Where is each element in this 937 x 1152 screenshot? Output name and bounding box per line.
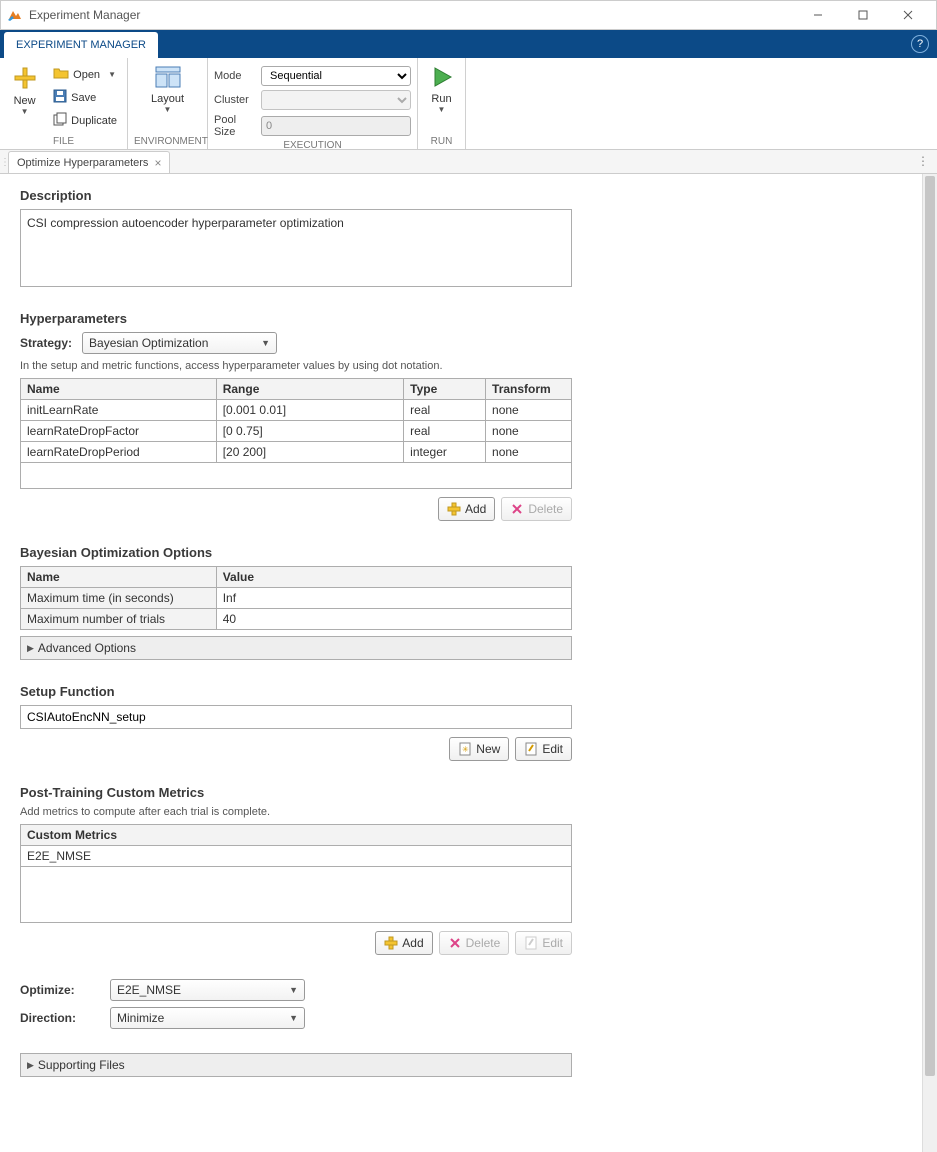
metrics-note: Add metrics to compute after each trial … bbox=[20, 806, 902, 818]
setup-edit-button[interactable]: Edit bbox=[515, 737, 572, 761]
app-logo bbox=[7, 7, 23, 23]
open-button[interactable]: Open ▼ bbox=[49, 64, 121, 85]
window-title: Experiment Manager bbox=[29, 8, 795, 22]
document-tabbar: ⋮ Optimize Hyperparameters × ⋮ bbox=[0, 150, 937, 174]
mode-label: Mode bbox=[214, 70, 253, 82]
chevron-down-icon: ▼ bbox=[289, 1013, 298, 1023]
ribbon-group-env-label: ENVIRONMENT bbox=[134, 134, 201, 149]
table-row: initLearnRate[0.001 0.01]realnone bbox=[21, 400, 572, 421]
setup-function-input[interactable] bbox=[20, 705, 572, 729]
optimize-select[interactable]: E2E_NMSE ▼ bbox=[110, 979, 305, 1001]
table-row: learnRateDropFactor[0 0.75]realnone bbox=[21, 421, 572, 442]
pool-size-label: Pool Size bbox=[214, 114, 253, 138]
table-row: learnRateDropPeriod[20 200]integernone bbox=[21, 442, 572, 463]
layout-icon bbox=[155, 66, 181, 91]
content-area: Description CSI compression autoencoder … bbox=[0, 174, 922, 1152]
col-value: Value bbox=[216, 567, 571, 588]
ribbon-group-file-label: FILE bbox=[6, 134, 121, 149]
col-name: Name bbox=[21, 379, 217, 400]
table-row-empty bbox=[21, 463, 572, 489]
plus-icon bbox=[13, 66, 37, 93]
chevron-down-icon: ▼ bbox=[21, 107, 29, 116]
custom-metrics-table[interactable]: Custom Metrics E2E_NMSE bbox=[20, 824, 572, 923]
window-titlebar: Experiment Manager bbox=[0, 0, 937, 30]
col-range: Range bbox=[216, 379, 403, 400]
duplicate-button[interactable]: Duplicate bbox=[49, 110, 121, 131]
chevron-down-icon: ▼ bbox=[164, 105, 172, 114]
ribbon-tabstrip: EXPERIMENT MANAGER ? bbox=[0, 30, 937, 58]
window-close-button[interactable] bbox=[885, 1, 930, 29]
chevron-down-icon: ▼ bbox=[261, 338, 270, 348]
duplicate-icon bbox=[53, 112, 67, 129]
ribbon-tab-experiment-manager[interactable]: EXPERIMENT MANAGER bbox=[4, 32, 158, 58]
chevron-down-icon: ▼ bbox=[289, 985, 298, 995]
doc-tab-optimize-hyperparameters[interactable]: Optimize Hyperparameters × bbox=[8, 151, 170, 173]
metrics-heading: Post-Training Custom Metrics bbox=[20, 785, 902, 800]
ribbon-group-run-label: RUN bbox=[424, 134, 459, 149]
mode-select[interactable]: Sequential bbox=[261, 66, 411, 86]
direction-select[interactable]: Minimize ▼ bbox=[110, 1007, 305, 1029]
plus-icon bbox=[447, 502, 461, 516]
help-button[interactable]: ? bbox=[911, 35, 929, 53]
table-row: Maximum time (in seconds)Inf bbox=[21, 588, 572, 609]
delete-hyperparameter-button[interactable]: Delete bbox=[501, 497, 572, 521]
x-icon bbox=[510, 502, 524, 516]
save-icon bbox=[53, 89, 67, 106]
cluster-select bbox=[261, 90, 411, 110]
scrollbar-thumb[interactable] bbox=[925, 176, 935, 1076]
pool-size-input bbox=[261, 116, 411, 136]
hyperparameters-note: In the setup and metric functions, acces… bbox=[20, 360, 902, 372]
cluster-label: Cluster bbox=[214, 94, 253, 106]
table-row-empty bbox=[21, 867, 572, 923]
advanced-options-expander[interactable]: ▶ Advanced Options bbox=[20, 636, 572, 660]
supporting-files-expander[interactable]: ▶ Supporting Files bbox=[20, 1053, 572, 1077]
window-maximize-button[interactable] bbox=[840, 1, 885, 29]
ribbon-body: New ▼ Open ▼ Save Duplicate FILE bbox=[0, 58, 937, 150]
add-metric-button[interactable]: Add bbox=[375, 931, 432, 955]
close-icon[interactable]: × bbox=[154, 156, 161, 170]
add-hyperparameter-button[interactable]: Add bbox=[438, 497, 495, 521]
table-row: Maximum number of trials40 bbox=[21, 609, 572, 630]
strategy-select[interactable]: Bayesian Optimization ▼ bbox=[82, 332, 277, 354]
bayes-options-table[interactable]: Name Value Maximum time (in seconds)Inf … bbox=[20, 566, 572, 630]
description-heading: Description bbox=[20, 188, 902, 203]
window-minimize-button[interactable] bbox=[795, 1, 840, 29]
chevron-down-icon: ▼ bbox=[438, 105, 446, 114]
layout-button[interactable]: Layout ▼ bbox=[148, 62, 188, 114]
folder-open-icon bbox=[53, 66, 69, 83]
save-button[interactable]: Save bbox=[49, 87, 121, 108]
hyperparameters-table[interactable]: Name Range Type Transform initLearnRate[… bbox=[20, 378, 572, 489]
edit-metric-button[interactable]: Edit bbox=[515, 931, 572, 955]
chevron-down-icon: ▼ bbox=[108, 70, 116, 79]
direction-label: Direction: bbox=[20, 1011, 100, 1025]
col-custom-metrics: Custom Metrics bbox=[21, 825, 572, 846]
edit-doc-icon bbox=[524, 936, 538, 950]
table-row: E2E_NMSE bbox=[21, 846, 572, 867]
new-button[interactable]: New ▼ bbox=[6, 62, 43, 116]
bayes-heading: Bayesian Optimization Options bbox=[20, 545, 902, 560]
plus-icon bbox=[384, 936, 398, 950]
optimize-label: Optimize: bbox=[20, 983, 100, 997]
play-icon bbox=[431, 66, 453, 91]
doc-tab-label: Optimize Hyperparameters bbox=[17, 157, 148, 169]
triangle-right-icon: ▶ bbox=[27, 643, 34, 654]
hyperparameters-heading: Hyperparameters bbox=[20, 311, 902, 326]
svg-text:✳: ✳ bbox=[462, 745, 469, 754]
setup-heading: Setup Function bbox=[20, 684, 902, 699]
delete-metric-button[interactable]: Delete bbox=[439, 931, 510, 955]
new-doc-icon: ✳ bbox=[458, 742, 472, 756]
description-textarea[interactable]: CSI compression autoencoder hyperparamet… bbox=[20, 209, 572, 287]
triangle-right-icon: ▶ bbox=[27, 1060, 34, 1071]
doc-tab-menu-button[interactable]: ⋮ bbox=[917, 154, 929, 168]
edit-doc-icon bbox=[524, 742, 538, 756]
vertical-scrollbar[interactable] bbox=[922, 174, 937, 1152]
run-button[interactable]: Run ▼ bbox=[424, 62, 459, 114]
col-name: Name bbox=[21, 567, 217, 588]
x-icon bbox=[448, 936, 462, 950]
strategy-label: Strategy: bbox=[20, 336, 72, 350]
col-type: Type bbox=[404, 379, 486, 400]
col-transform: Transform bbox=[486, 379, 572, 400]
setup-new-button[interactable]: ✳New bbox=[449, 737, 509, 761]
